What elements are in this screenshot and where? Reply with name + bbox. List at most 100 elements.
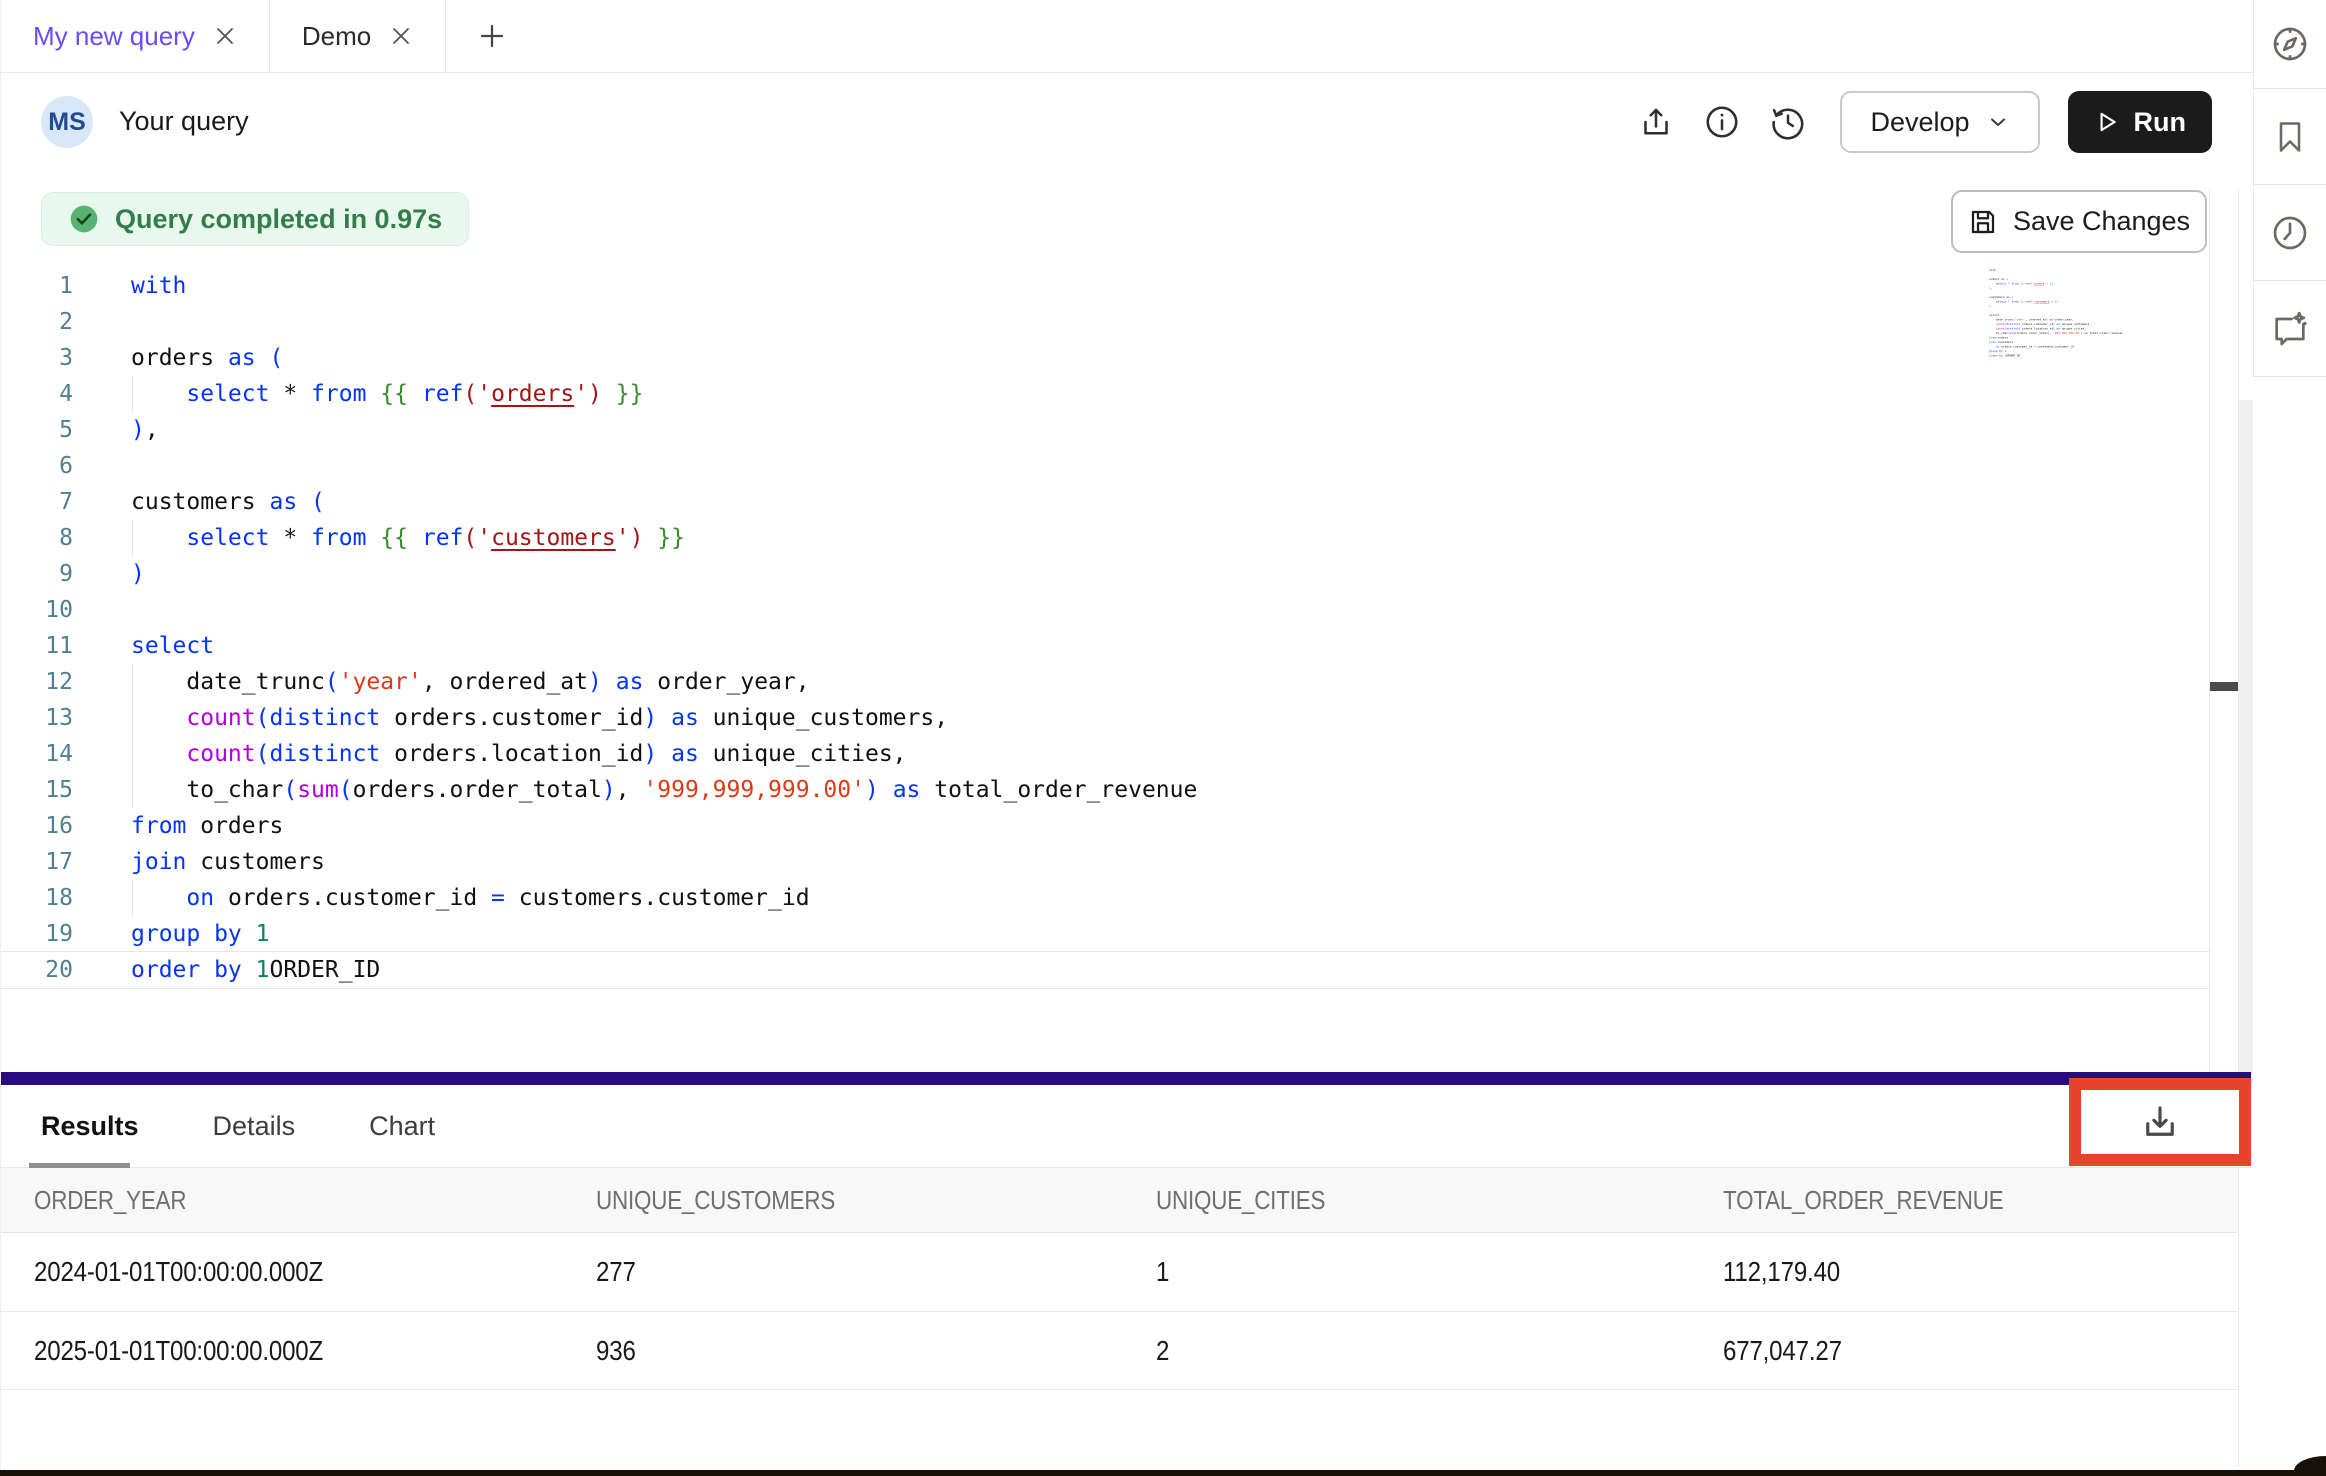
code-editor[interactable]: 1with23orders as (4 select * from {{ ref… — [1, 268, 2209, 988]
panel-resize-handle[interactable] — [1, 1072, 2251, 1085]
code-line[interactable]: 18 on orders.customer_id = customers.cus… — [1, 880, 2209, 916]
line-number: 20 — [1, 952, 73, 988]
line-number: 4 — [1, 376, 73, 412]
column-header: ORDER_YEAR — [34, 1185, 596, 1216]
code-text: date_trunc('year', ordered_at) as order_… — [73, 664, 810, 700]
compass-icon — [2270, 24, 2310, 64]
editor-minimap[interactable]: withorders as ( select * from {{ ref('or… — [1989, 268, 2149, 368]
code-text: join customers — [73, 844, 325, 880]
query-status-badge: Query completed in 0.97s — [41, 192, 469, 246]
code-line[interactable]: 20order by 1ORDER_ID — [1, 952, 2209, 988]
save-icon — [1968, 207, 1998, 237]
line-number: 3 — [1, 340, 73, 376]
column-header-text: UNIQUE_CITIES — [1156, 1185, 1325, 1216]
column-header: UNIQUE_CUSTOMERS — [596, 1185, 1156, 1216]
table-cell-text: 2025-01-01T00:00:00.000Z — [34, 1335, 323, 1367]
new-tab-button[interactable] — [446, 0, 538, 72]
develop-button-label: Develop — [1870, 107, 1969, 138]
code-line[interactable]: 5), — [1, 412, 2209, 448]
table-cell: 936 — [596, 1335, 1156, 1367]
rail-item-bookmarks[interactable] — [2253, 89, 2326, 185]
code-text — [73, 448, 131, 484]
code-text: count(distinct orders.customer_id) as un… — [73, 700, 948, 736]
clock-icon — [2270, 213, 2310, 253]
results-tab-details[interactable]: Details — [213, 1111, 296, 1142]
code-text: select * from {{ ref('orders') }} — [73, 376, 643, 412]
share-icon[interactable] — [1634, 100, 1678, 144]
results-tab-chart[interactable]: Chart — [369, 1111, 435, 1142]
code-text: ) — [73, 556, 145, 592]
minimap-content: withorders as ( select * from {{ ref('or… — [1989, 268, 2139, 358]
query-header: MS Your query Develop Run — [1, 73, 2254, 171]
code-text: with — [73, 268, 186, 304]
code-line[interactable]: 13 count(distinct orders.customer_id) as… — [1, 700, 2209, 736]
code-line[interactable]: 16from orders — [1, 808, 2209, 844]
rail-item-ai-chat[interactable] — [2253, 281, 2326, 377]
table-cell: 2025-01-01T00:00:00.000Z — [34, 1335, 596, 1367]
results-tab-bar: Results Details Chart — [1, 1085, 2251, 1168]
column-header-text: ORDER_YEAR — [34, 1185, 186, 1216]
line-number: 7 — [1, 484, 73, 520]
table-cell-text: 277 — [596, 1256, 636, 1288]
scrollbar-thumb[interactable] — [2210, 682, 2238, 691]
rail-item-explore[interactable] — [2253, 0, 2326, 89]
code-text: count(distinct orders.location_id) as un… — [73, 736, 907, 772]
code-line[interactable]: 1with — [1, 268, 2209, 304]
code-text: from orders — [73, 808, 283, 844]
code-line[interactable]: 6 — [1, 448, 2209, 484]
rail-item-history[interactable] — [2253, 185, 2326, 281]
check-circle-icon — [68, 203, 100, 235]
code-line[interactable]: 2 — [1, 304, 2209, 340]
play-icon — [2094, 109, 2120, 135]
table-cell-text: 677,047.27 — [1723, 1335, 1842, 1367]
column-header-text: UNIQUE_CUSTOMERS — [596, 1185, 835, 1216]
code-line[interactable]: 8 select * from {{ ref('customers') }} — [1, 520, 2209, 556]
table-cell-text: 936 — [596, 1335, 636, 1367]
code-line[interactable]: 4 select * from {{ ref('orders') }} — [1, 376, 2209, 412]
editor-tab[interactable]: My new query — [1, 0, 270, 72]
code-text: select * from {{ ref('customers') }} — [73, 520, 685, 556]
code-line[interactable]: 9) — [1, 556, 2209, 592]
code-line[interactable]: 12 date_trunc('year', ordered_at) as ord… — [1, 664, 2209, 700]
history-icon[interactable] — [1766, 100, 1810, 144]
code-line[interactable]: 14 count(distinct orders.location_id) as… — [1, 736, 2209, 772]
code-line[interactable]: 17join customers — [1, 844, 2209, 880]
editor-tab[interactable]: Demo — [270, 0, 446, 72]
chevron-down-icon — [1986, 110, 2010, 134]
annotation-highlight-box — [2069, 1078, 2251, 1166]
code-text — [73, 592, 131, 628]
column-header: UNIQUE_CITIES — [1156, 1185, 1723, 1216]
info-icon[interactable] — [1700, 100, 1744, 144]
ai-chat-icon — [2270, 309, 2310, 349]
develop-button[interactable]: Develop — [1840, 91, 2039, 153]
tab-label: Demo — [302, 21, 371, 52]
download-results-button[interactable] — [2081, 1090, 2239, 1154]
line-number: 5 — [1, 412, 73, 448]
code-line[interactable]: 3orders as ( — [1, 340, 2209, 376]
table-cell-text: 112,179.40 — [1723, 1256, 1840, 1288]
column-header: TOTAL_ORDER_REVENUE — [1723, 1185, 2238, 1216]
line-number: 8 — [1, 520, 73, 556]
line-number: 17 — [1, 844, 73, 880]
right-toolbar — [2253, 0, 2326, 1476]
line-number: 10 — [1, 592, 73, 628]
code-line[interactable]: 15 to_char(sum(orders.order_total), '999… — [1, 772, 2209, 808]
line-number: 18 — [1, 880, 73, 916]
code-line[interactable]: 10 — [1, 592, 2209, 628]
line-number: 11 — [1, 628, 73, 664]
save-changes-button[interactable]: Save Changes — [1951, 190, 2207, 253]
run-button[interactable]: Run — [2068, 91, 2212, 153]
table-cell-text: 1 — [1156, 1256, 1169, 1288]
close-icon[interactable] — [389, 24, 413, 48]
code-line[interactable]: 11select — [1, 628, 2209, 664]
line-number: 14 — [1, 736, 73, 772]
results-tab-results[interactable]: Results — [41, 1111, 139, 1142]
code-line[interactable]: 19group by 1 — [1, 916, 2209, 952]
line-number: 13 — [1, 700, 73, 736]
panel-right-border — [2238, 190, 2239, 1466]
tab-label: My new query — [33, 21, 195, 52]
code-text: orders as ( — [73, 340, 283, 376]
close-icon[interactable] — [213, 24, 237, 48]
code-line[interactable]: 7customers as ( — [1, 484, 2209, 520]
page-title: Your query — [119, 106, 249, 137]
